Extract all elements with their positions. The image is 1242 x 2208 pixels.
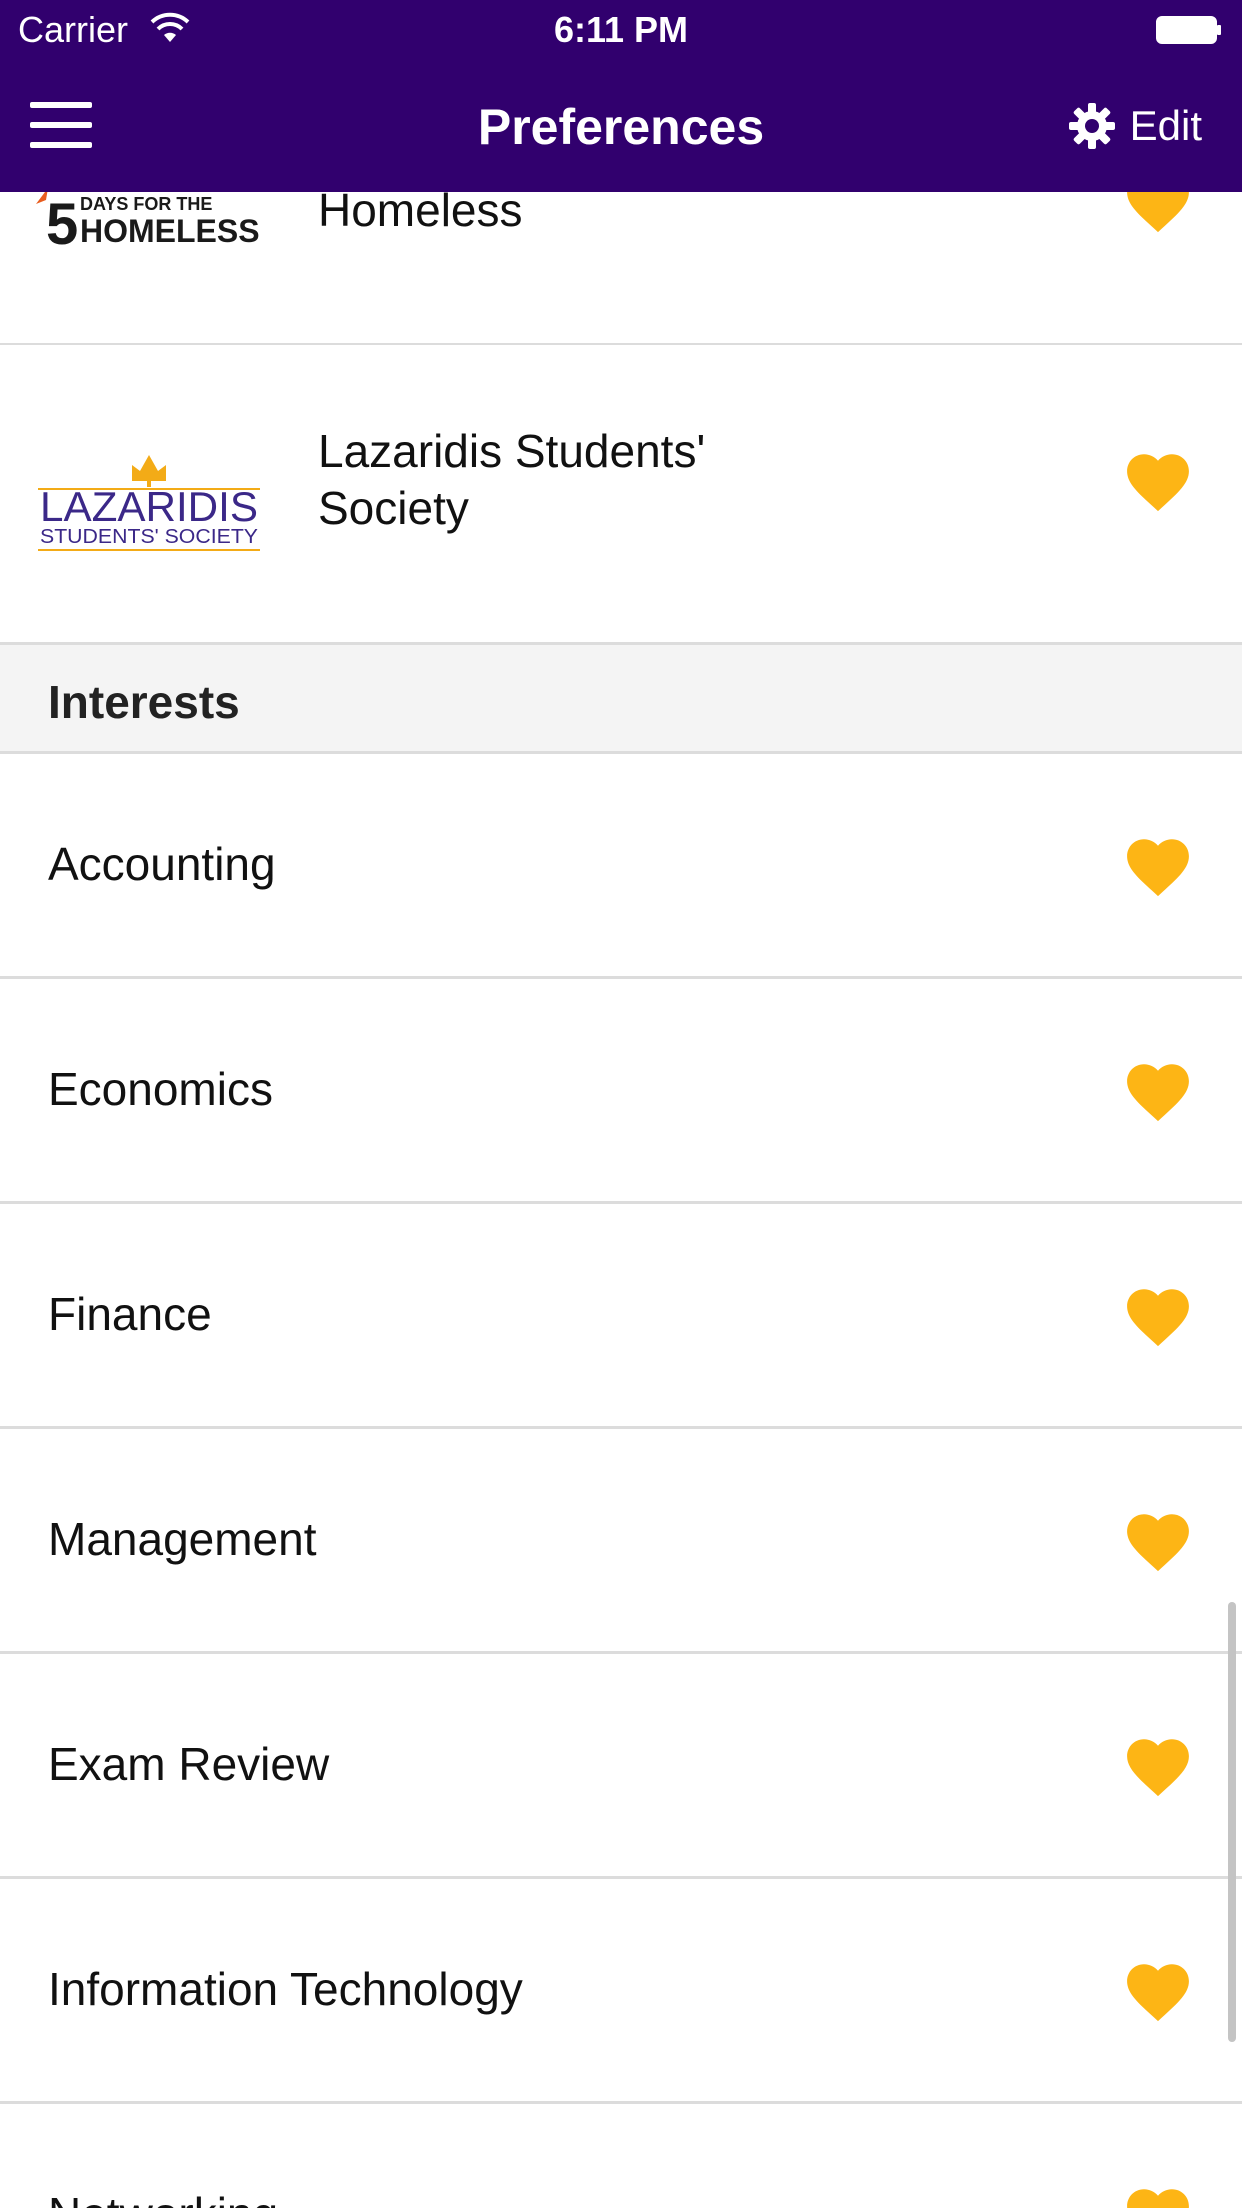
heart-icon[interactable] [1120, 1730, 1196, 1798]
heart-icon[interactable] [1120, 1280, 1196, 1348]
interest-row[interactable]: Networking [0, 2104, 1242, 2208]
scrollbar[interactable] [1228, 1602, 1236, 2042]
svg-text:DAYS FOR THE: DAYS FOR THE [80, 194, 212, 214]
interest-label: Management [48, 1513, 317, 1565]
battery-icon [1156, 16, 1221, 44]
clock: 6:11 PM [553, 9, 689, 50]
organization-name-line: Lazaridis Students' [318, 425, 706, 477]
interest-row[interactable]: Finance [0, 1204, 1242, 1429]
interest-row[interactable]: Economics [0, 979, 1242, 1204]
heart-icon[interactable] [1120, 830, 1196, 898]
heart-icon[interactable] [1120, 1505, 1196, 1573]
svg-text:HOMELESS: HOMELESS [80, 213, 260, 246]
interest-label: Exam Review [48, 1738, 330, 1790]
interest-label: Accounting [48, 838, 276, 890]
page-title: Preferences [477, 99, 765, 155]
heart-icon[interactable] [1120, 1955, 1196, 2023]
gear-icon [1068, 103, 1115, 149]
heart-icon[interactable] [1120, 445, 1196, 513]
interest-row[interactable]: Accounting [0, 754, 1242, 979]
interests-section-header: Interests [0, 642, 1242, 754]
interest-label: Information Technology [48, 1963, 523, 2015]
preferences-list: 5 DAYS FOR THE HOMELESS Homeless LAZARID… [0, 0, 1242, 2208]
interest-row[interactable]: Information Technology [0, 1879, 1242, 2104]
edit-label: Edit [1129, 102, 1202, 149]
organization-name-line: Society [318, 482, 469, 534]
svg-text:LAZARIDIS: LAZARIDIS [40, 483, 258, 530]
interest-label: Finance [48, 1288, 212, 1340]
navigation-bar: Carrier 6:11 PM Preferences Edit [0, 0, 1242, 192]
organization-name: Lazaridis Students' Society [318, 423, 705, 537]
svg-text:STUDENTS' SOCIETY: STUDENTS' SOCIETY [40, 526, 258, 548]
section-title: Interests [48, 676, 240, 728]
status-bar: Carrier 6:11 PM [0, 0, 1242, 60]
edit-button[interactable]: Edit [1068, 98, 1202, 154]
svg-text:5: 5 [46, 192, 78, 246]
interest-label: Networking [48, 2186, 278, 2208]
interest-row[interactable]: Exam Review [0, 1654, 1242, 1879]
interest-label: Economics [48, 1063, 273, 1115]
heart-icon[interactable] [1120, 2180, 1196, 2208]
heart-icon[interactable] [1120, 1055, 1196, 1123]
lazaridis-students-society-logo: LAZARIDIS STUDENTS' SOCIETY [38, 455, 260, 551]
organization-row[interactable]: LAZARIDIS STUDENTS' SOCIETY Lazaridis St… [0, 345, 1242, 645]
interest-row[interactable]: Management [0, 1429, 1242, 1654]
